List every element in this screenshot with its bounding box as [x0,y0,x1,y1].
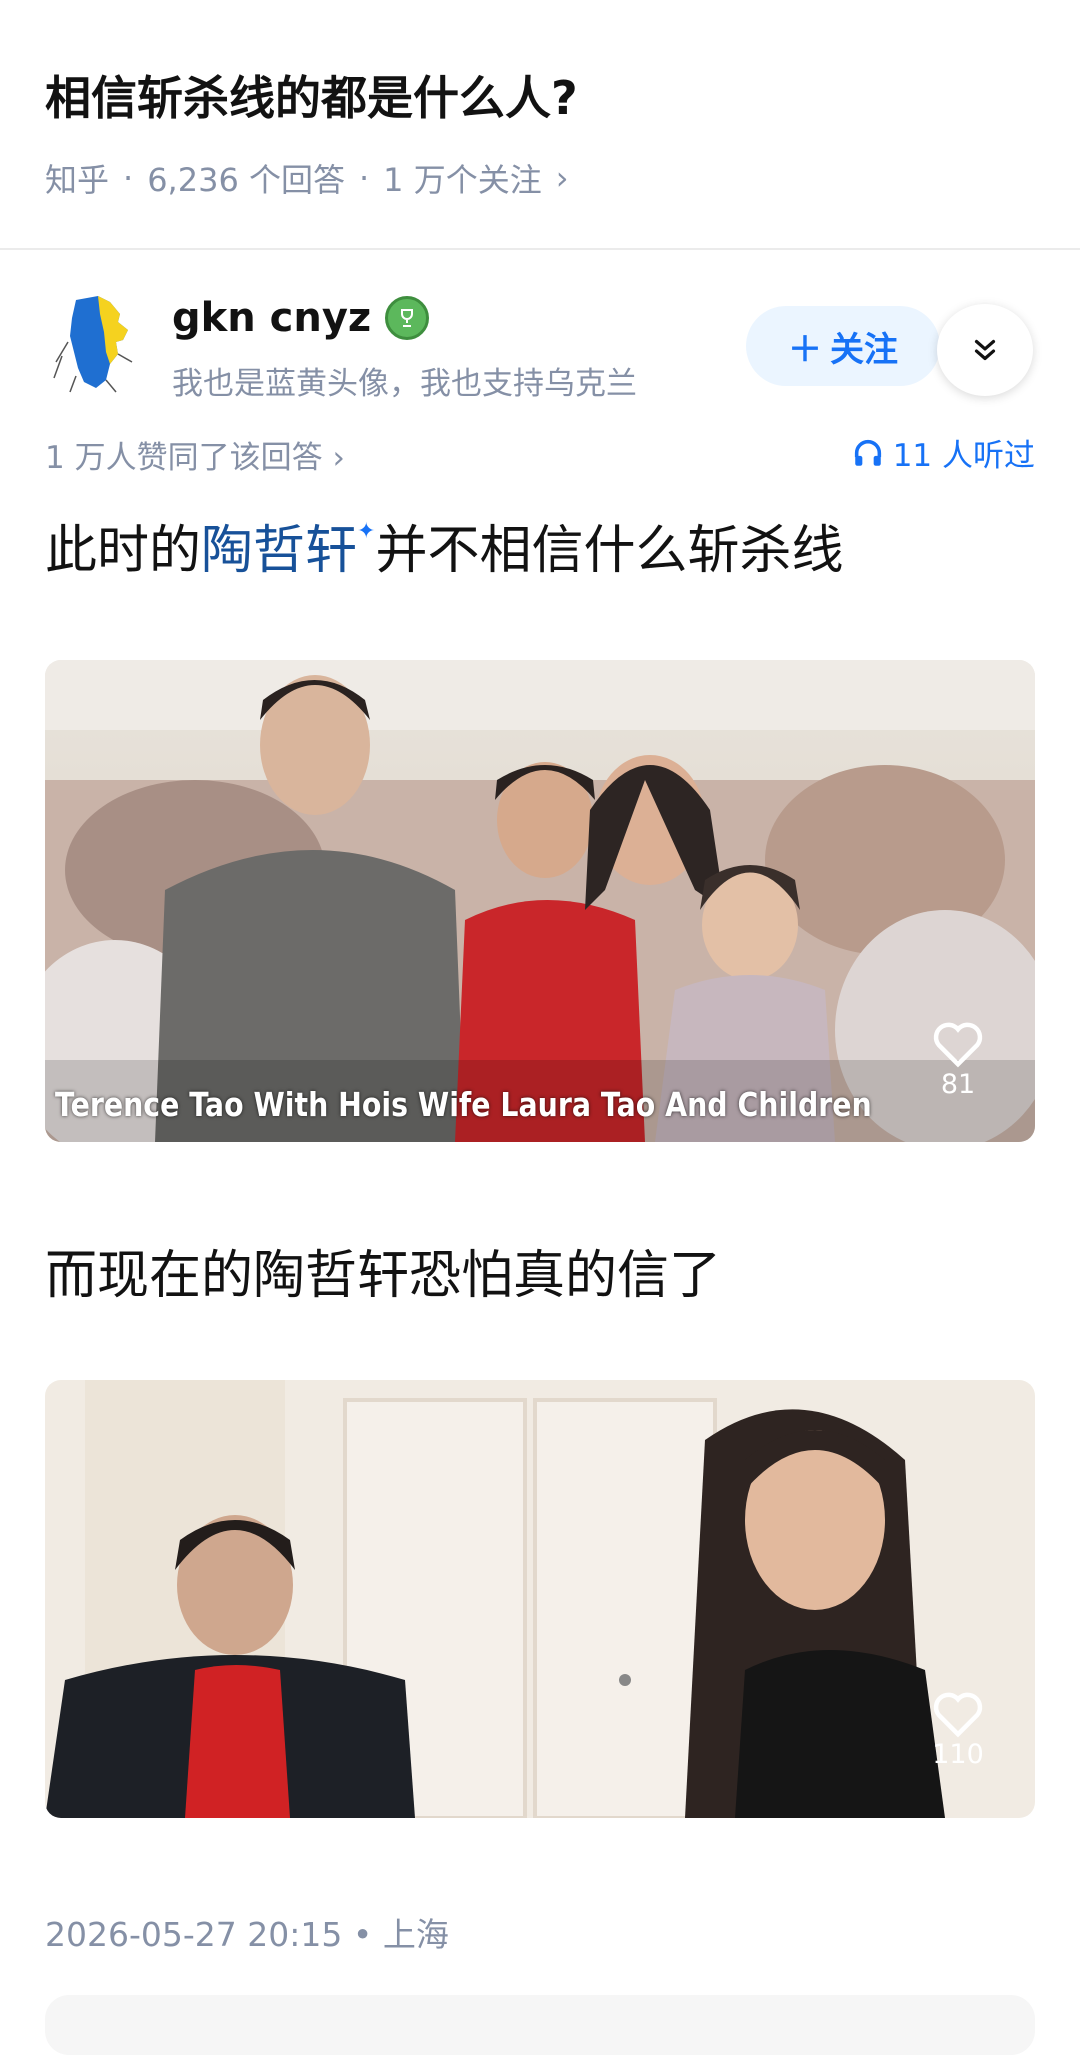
expand-button[interactable] [937,304,1033,396]
plus-icon: ＋ [788,329,822,370]
divider [0,248,1080,250]
like-count: 110 [932,1739,984,1770]
question-meta[interactable]: 知乎 · 6,236 个回答 · 1 万个关注 › [45,155,569,201]
sparkle-icon: ✦ [357,519,376,544]
answer-image[interactable]: Terence Tao With Hois Wife Laura Tao And… [45,660,1035,1142]
image-like-button[interactable]: 81 [931,1019,985,1100]
answer-image[interactable]: 110 [45,1380,1035,1818]
upvote-summary[interactable]: 1 万人赞同了该回答 › [45,432,345,477]
datetime: 2026-05-27 20:15 [45,1915,343,1954]
chevron-right-icon: › [555,159,569,197]
trophy-badge-icon [385,296,430,340]
answer-paragraph: 而现在的陶哲轩恐怕真的信了 [45,1246,722,1306]
image-caption: Terence Tao With Hois Wife Laura Tao And… [55,1085,872,1124]
source-label: 知乎 [45,161,110,199]
follow-label: 关注 [830,329,898,370]
location: 上海 [382,1915,449,1954]
next-card[interactable] [45,1995,1035,2055]
follower-count: 1 万个关注 [383,161,542,199]
author-bio: 我也是蓝黄头像，我也支持乌克兰 [172,366,637,402]
double-chevron-down-icon [974,339,996,361]
family-photo [45,660,1035,1142]
separator-dot: • [352,1915,383,1954]
headphones-icon [854,439,881,466]
upvote-text: 1 万人赞同了该回答 [45,440,323,476]
keyword-link[interactable]: 陶哲轩 [201,521,357,581]
listen-count: 11 人听过 [892,438,1035,474]
like-count: 81 [940,1069,976,1100]
avatar[interactable] [48,292,143,397]
image-like-button[interactable]: 110 [931,1689,985,1770]
paragraph-text: 并不相信什么斩杀线 [375,521,844,581]
separator-dot: · [358,159,370,197]
author-name-text: gkn cnyz [172,295,372,341]
heart-icon [933,1022,983,1068]
follow-button[interactable]: ＋ 关注 [746,306,940,386]
author-name[interactable]: gkn cnyz [172,295,430,341]
paragraph-text: 此时的 [45,521,202,581]
question-title[interactable]: 相信斩杀线的都是什么人? [45,62,578,128]
listen-button[interactable]: 11 人听过 [851,430,1035,475]
answer-paragraph: 此时的陶哲轩✦并不相信什么斩杀线 [45,508,843,583]
portrait-photo [45,1380,1035,1818]
chevron-right-icon: › [332,440,345,476]
post-timestamp: 2026-05-27 20:15 • 上海 [45,1908,449,1956]
answer-count: 6,236 个回答 [147,161,345,199]
separator-dot: · [123,159,134,197]
heart-icon [933,1692,983,1738]
